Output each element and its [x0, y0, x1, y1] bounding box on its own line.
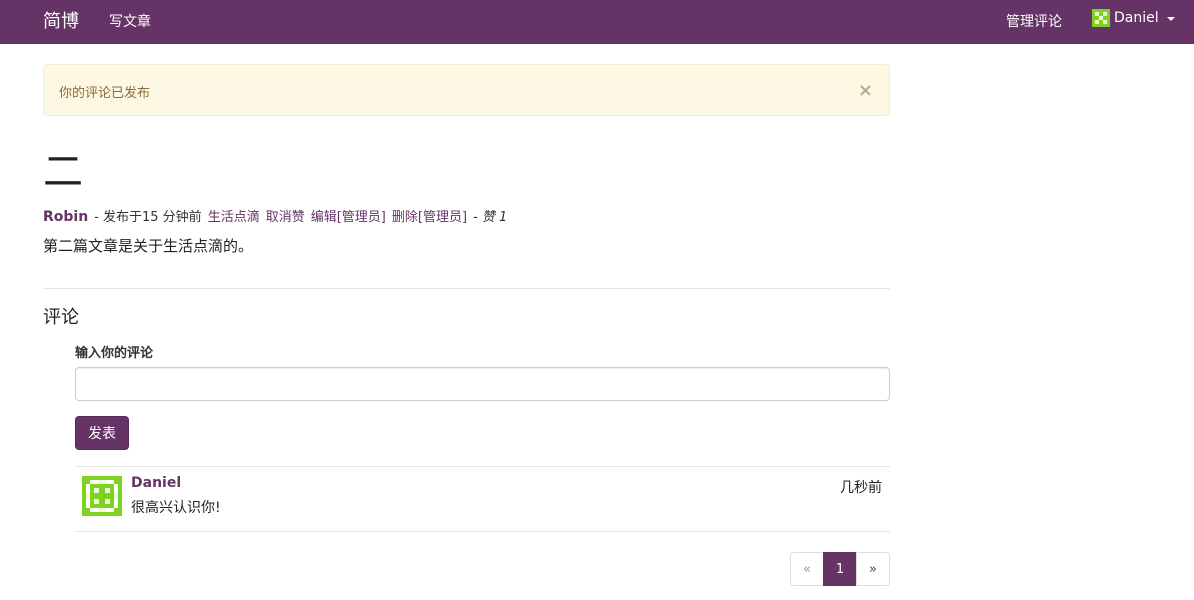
write-post-link[interactable]: 写文章	[109, 11, 151, 31]
pagination: « 1 »	[790, 552, 890, 586]
alert-message: 你的评论已发布	[59, 86, 151, 101]
unlike-link[interactable]: 取消赞	[266, 206, 305, 225]
brand-logo-link[interactable]: 简博	[43, 7, 79, 33]
user-menu-dropdown[interactable]: Daniel	[1092, 9, 1175, 27]
user-name-label: Daniel	[1114, 10, 1159, 26]
post-author-link[interactable]: Robin	[43, 209, 88, 225]
post-published-time: - 发布于15 分钟前	[94, 210, 202, 225]
post-title: 二	[43, 149, 83, 195]
comment-timestamp: 几秒前	[840, 480, 882, 496]
commenter-avatar	[82, 476, 122, 516]
likes-prefix: - 赞	[473, 210, 495, 225]
user-avatar-icon	[1092, 9, 1110, 27]
delete-post-link[interactable]: 删除[管理员]	[392, 206, 467, 225]
pagination-next[interactable]: »	[856, 552, 890, 586]
comments-heading: 评论	[43, 307, 79, 328]
edit-post-link[interactable]: 编辑[管理员]	[311, 206, 386, 225]
top-navbar: 简博 写文章 管理评论 Daniel	[0, 0, 1194, 44]
likes-count: 1	[499, 210, 508, 225]
post-meta: Robin - 发布于15 分钟前 生活点滴 取消赞 编辑[管理员] 删除[管理…	[43, 206, 507, 225]
comment-text: 很高兴认识你!	[131, 500, 221, 516]
post-likes: - 赞 1	[473, 206, 507, 225]
close-icon[interactable]: ×	[858, 82, 873, 100]
comment-list-item: Daniel 很高兴认识你! 几秒前	[75, 466, 890, 532]
success-alert: 你的评论已发布 ×	[43, 64, 890, 116]
caret-down-icon	[1166, 17, 1175, 21]
section-divider	[43, 288, 890, 289]
comment-input[interactable]	[75, 367, 890, 401]
manage-comments-link[interactable]: 管理评论	[1006, 11, 1062, 31]
post-category-link[interactable]: 生活点滴	[208, 206, 260, 225]
comment-input-label: 输入你的评论	[75, 346, 154, 361]
comment-author-link[interactable]: Daniel	[131, 475, 181, 491]
pagination-page-1[interactable]: 1	[823, 552, 857, 586]
post-body: 第二篇文章是关于生活点滴的。	[43, 237, 254, 255]
pagination-prev[interactable]: «	[790, 552, 824, 586]
submit-comment-button[interactable]: 发表	[75, 416, 129, 450]
